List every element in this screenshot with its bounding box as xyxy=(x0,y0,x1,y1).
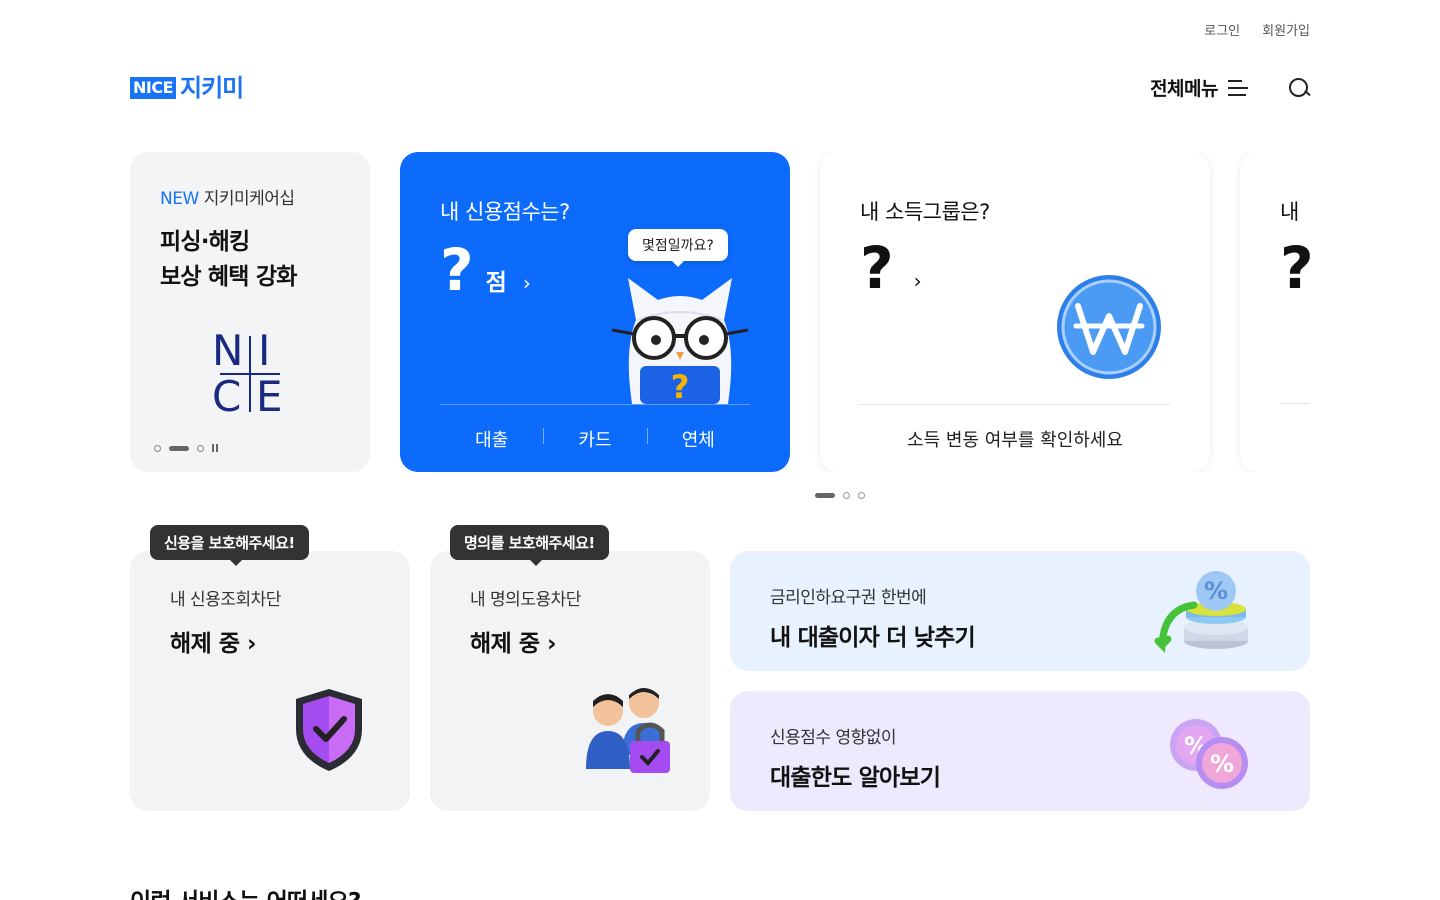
pagination-dot[interactable] xyxy=(197,444,204,452)
credit-protect-tooltip: 신용을 보호해주세요! xyxy=(150,525,309,566)
promo-title: 피싱·해킹 보상 혜택 강화 xyxy=(160,225,340,295)
hamburger-icon[interactable] xyxy=(1228,79,1250,97)
speech-bubble: 몇점일까요? xyxy=(628,229,728,267)
pagination-dot-active[interactable] xyxy=(169,445,189,451)
promo-tag: NEW 지키미케어십 xyxy=(160,184,340,209)
login-link[interactable]: 로그인 xyxy=(1204,20,1240,39)
next-card-peek[interactable]: 내 ? xyxy=(1240,152,1310,472)
chevron-right-icon: › xyxy=(247,631,256,657)
chevron-right-icon: › xyxy=(522,271,531,295)
pause-icon[interactable] xyxy=(212,444,218,452)
percent-badges-icon: % % xyxy=(1170,719,1248,789)
nice-mark-letter-n: N xyxy=(212,326,244,375)
header: NICE 지키미 전체메뉴 xyxy=(130,72,1310,106)
svg-text:%: % xyxy=(1210,750,1234,778)
nice-mark-letter-c: C xyxy=(212,372,242,421)
svg-text:%: % xyxy=(1204,577,1228,605)
promo-title-line1: 피싱·해킹 xyxy=(160,229,250,255)
svg-text:?: ? xyxy=(671,368,690,404)
won-coin-icon xyxy=(1057,275,1161,379)
credit-inquiry-block-status: 해제 중 › xyxy=(170,624,370,658)
nice-logo-mark-icon: N I C E xyxy=(212,330,288,418)
credit-score-tabs: 대출 카드 연체 xyxy=(440,404,750,472)
search-icon[interactable] xyxy=(1288,77,1310,99)
income-check-link[interactable]: 소득 변동 여부를 확인하세요 xyxy=(860,404,1170,472)
income-group-question: 내 소득그룹은? xyxy=(860,200,990,224)
logo[interactable]: NICE 지키미 xyxy=(130,74,244,102)
loan-limit-card[interactable]: 신용점수 영향없이 대출한도 알아보기 % % xyxy=(730,691,1310,811)
tab-card[interactable]: 카드 xyxy=(543,426,646,452)
pagination-dot-active[interactable] xyxy=(815,493,835,498)
top-utility-links: 로그인 회원가입 xyxy=(1204,20,1310,39)
next-card-question: 내 xyxy=(1280,200,1299,224)
percent-coins-icon: % xyxy=(1154,571,1248,654)
pagination-dot[interactable] xyxy=(154,444,161,452)
new-badge: NEW xyxy=(160,189,199,209)
promo-tag-text: 지키미케어십 xyxy=(203,189,295,209)
identity-protect-tooltip: 명의를 보호해주세요! xyxy=(450,525,609,566)
identity-theft-block-label: 내 명의도용차단 xyxy=(470,590,581,610)
owl-mascot-icon: ? xyxy=(611,278,749,404)
signup-link[interactable]: 회원가입 xyxy=(1262,20,1310,39)
tab-loan[interactable]: 대출 xyxy=(440,426,543,452)
credit-inquiry-block-card[interactable]: 내 신용조회차단 해제 중 › xyxy=(130,551,410,811)
credit-score-value: ? xyxy=(440,236,474,304)
credit-score-unit: 점 xyxy=(485,270,507,296)
pagination-dot[interactable] xyxy=(858,492,865,499)
promo-title-line2: 보상 혜택 강화 xyxy=(160,264,297,290)
carousel-pagination xyxy=(815,492,865,499)
chevron-right-icon: › xyxy=(547,631,556,657)
credit-score-question: 내 신용점수는? xyxy=(440,200,570,224)
status-text: 해제 중 xyxy=(170,631,240,657)
credit-score-card[interactable]: 내 신용점수는? ? 점 › 몇점일까요? ? 대출 카드 연체 xyxy=(400,152,790,472)
next-card-value: ? xyxy=(1280,239,1310,297)
header-actions: 전체메뉴 xyxy=(1150,74,1310,101)
rate-cut-request-card[interactable]: 금리인하요구권 한번에 내 대출이자 더 낮추기 % xyxy=(730,551,1310,671)
shield-check-icon xyxy=(296,689,362,771)
credit-inquiry-block-label: 내 신용조회차단 xyxy=(170,590,281,610)
chevron-right-icon: › xyxy=(913,269,922,293)
promo-pagination xyxy=(154,444,218,452)
logo-badge: NICE xyxy=(130,77,177,99)
people-lock-icon xyxy=(586,688,670,773)
tab-overdue[interactable]: 연체 xyxy=(646,426,750,452)
section-title: 이런 서비스는 어떠세요? xyxy=(130,882,361,900)
identity-theft-block-card[interactable]: 내 명의도용차단 해제 중 › xyxy=(430,551,710,811)
full-menu-label[interactable]: 전체메뉴 xyxy=(1150,74,1218,101)
nice-mark-letter-e: E xyxy=(256,372,283,421)
income-group-value: ? xyxy=(860,234,894,302)
promo-card[interactable]: NEW 지키미케어십 피싱·해킹 보상 혜택 강화 N I C E xyxy=(130,152,370,472)
logo-text: 지키미 xyxy=(180,74,244,102)
identity-theft-block-status: 해제 중 › xyxy=(470,624,670,658)
income-group-card[interactable]: 내 소득그룹은? ? › 소득 변동 여부를 확인하세요 xyxy=(820,152,1210,472)
nice-mark-letter-i: I xyxy=(258,326,271,375)
pagination-dot[interactable] xyxy=(843,492,850,499)
main-carousel: NEW 지키미케어십 피싱·해킹 보상 혜택 강화 N I C E 내 신용점수… xyxy=(130,152,1310,472)
status-text: 해제 중 xyxy=(470,631,540,657)
